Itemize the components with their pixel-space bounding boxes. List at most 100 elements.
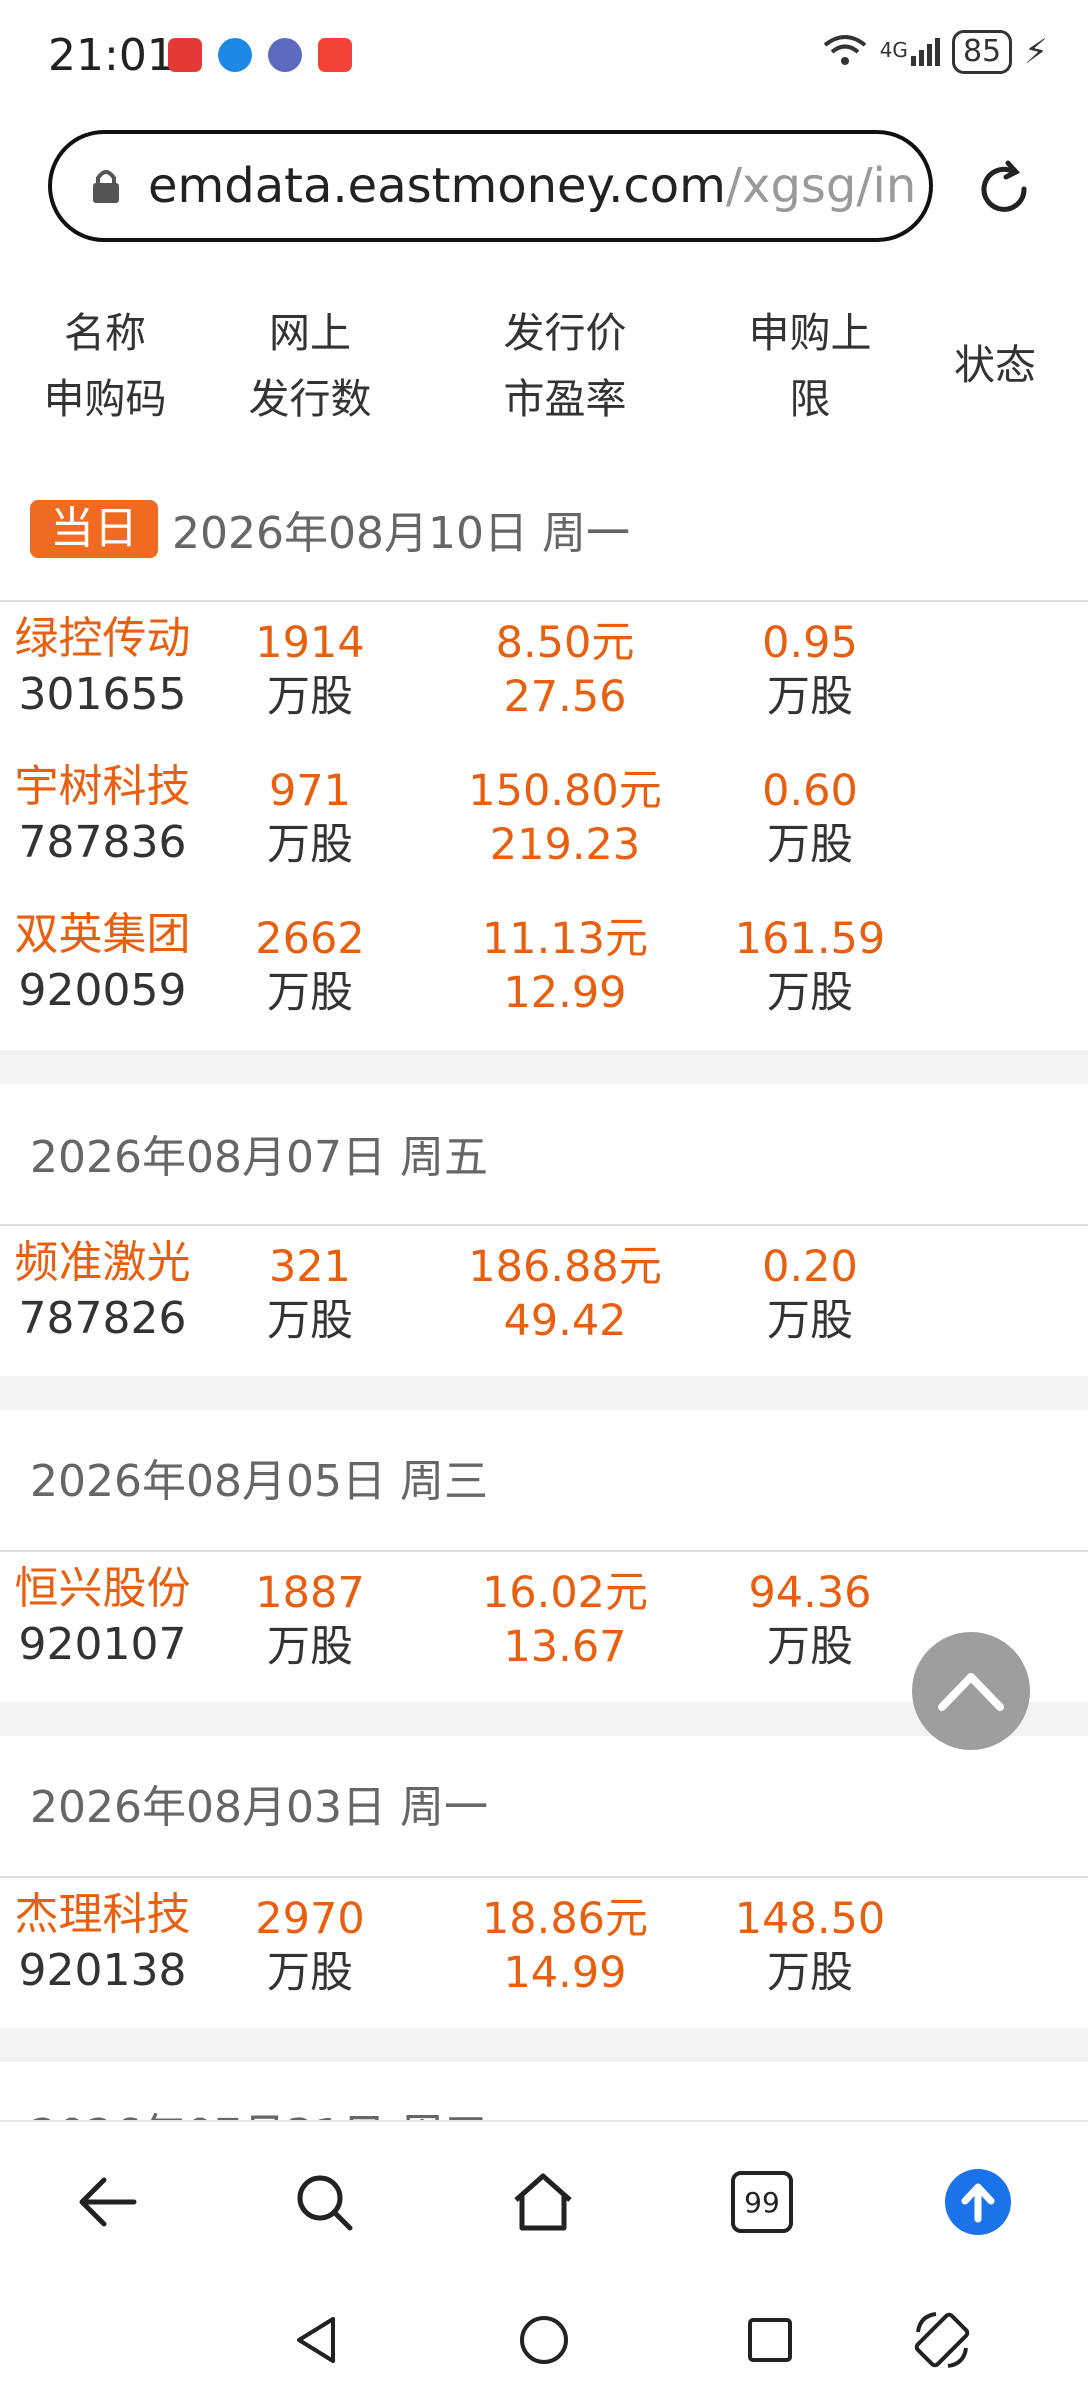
subscription-limit: 94.36 xyxy=(748,1568,872,1618)
column-limit-line1: 申购上 xyxy=(748,309,872,357)
limit-unit: 万股 xyxy=(767,672,853,722)
limit-unit: 万股 xyxy=(767,1622,853,1672)
search-button[interactable] xyxy=(284,2162,364,2242)
chevron-up-icon xyxy=(938,1673,1004,1711)
browser-toolbar: 99 xyxy=(0,2120,1088,2402)
upload-button[interactable] xyxy=(938,2162,1018,2242)
issue-volume: 1887 xyxy=(255,1568,365,1618)
tabs-button[interactable]: 99 xyxy=(722,2162,802,2242)
notification-music-icon xyxy=(268,38,302,72)
wifi-icon xyxy=(822,33,868,71)
date-label: 2026年08月10日 周一 xyxy=(172,508,630,559)
divider xyxy=(0,1224,1088,1226)
issue-volume: 971 xyxy=(268,766,352,816)
pe-ratio: 12.99 xyxy=(503,968,627,1018)
date-header: 2026年08月03日 周一 xyxy=(30,1768,488,1838)
today-badge: 当日 xyxy=(30,500,158,558)
limit-unit: 万股 xyxy=(767,820,853,870)
address-bar[interactable]: emdata.eastmoney.com/xgsg/in xyxy=(48,130,933,242)
issue-unit: 万股 xyxy=(267,1948,353,1998)
issue-volume: 2970 xyxy=(255,1894,365,1944)
back-button[interactable] xyxy=(68,2162,148,2242)
home-icon xyxy=(514,2173,572,2231)
notification-shop-icon xyxy=(318,38,352,72)
system-recents-button[interactable] xyxy=(730,2300,810,2380)
column-price-line1: 发行价 xyxy=(503,309,627,357)
signal-icon: 4G xyxy=(880,38,940,66)
group-separator xyxy=(0,1376,1088,1410)
column-name-line2: 申购码 xyxy=(43,375,167,423)
stock-code: 920059 xyxy=(18,965,187,1016)
column-status: 状态 xyxy=(935,300,1055,430)
limit-unit: 万股 xyxy=(767,968,853,1018)
network-type: 4G xyxy=(879,38,908,62)
url-text: emdata.eastmoney.com/xgsg/in xyxy=(148,158,916,214)
stock-name: 杰理科技 xyxy=(14,1889,191,1940)
stock-code: 787836 xyxy=(18,817,187,868)
date-label: 2026年08月05日 周三 xyxy=(30,1456,488,1507)
column-issue-line2: 发行数 xyxy=(248,375,372,423)
table-row[interactable]: 宇树科技 787836 971 万股 150.80元 219.23 0.60 万… xyxy=(0,760,1088,908)
issue-volume: 2662 xyxy=(255,914,365,964)
column-name-line1: 名称 xyxy=(64,309,146,357)
stock-code: 920107 xyxy=(18,1619,187,1670)
pe-ratio: 219.23 xyxy=(489,820,641,870)
tabs-count: 99 xyxy=(744,2185,780,2219)
issue-unit: 万股 xyxy=(267,968,353,1018)
rotate-button[interactable] xyxy=(902,2300,982,2380)
notification-app-icon xyxy=(168,38,202,72)
column-limit: 申购上 限 xyxy=(720,300,900,430)
reload-button[interactable] xyxy=(970,155,1038,223)
pe-ratio: 27.56 xyxy=(503,672,627,722)
column-issue: 网上 发行数 xyxy=(230,300,390,430)
group-separator xyxy=(0,1050,1088,1084)
table-row[interactable]: 绿控传动 301655 1914 万股 8.50元 27.56 0.95 万股 xyxy=(0,612,1088,760)
rotate-screen-icon xyxy=(914,2312,970,2368)
table-row[interactable]: 杰理科技 920138 2970 万股 18.86元 14.99 148.50 … xyxy=(0,1888,1088,2036)
status-bar: 21:01 4G 85 ⚡ xyxy=(0,0,1088,115)
date-header: 当日 2026年08月10日 周一 xyxy=(30,494,630,564)
date-label: 2026年08月07日 周五 xyxy=(30,1132,488,1183)
date-header: 2026年08月05日 周三 xyxy=(30,1442,488,1512)
subscription-limit: 161.59 xyxy=(734,914,886,964)
table-row[interactable]: 频准激光 787826 321 万股 186.88元 49.42 0.20 万股 xyxy=(0,1236,1088,1384)
subscription-limit: 148.50 xyxy=(734,1894,886,1944)
issue-price: 18.86元 xyxy=(481,1894,649,1944)
lock-icon xyxy=(90,168,122,204)
stock-name: 频准激光 xyxy=(14,1237,191,1288)
tabs-icon: 99 xyxy=(731,2171,793,2233)
issue-price: 8.50元 xyxy=(495,618,635,668)
issue-unit: 万股 xyxy=(267,672,353,722)
stock-name: 恒兴股份 xyxy=(14,1563,191,1614)
square-recents-icon xyxy=(748,2318,792,2362)
date-header: 2026年08月07日 周五 xyxy=(30,1118,488,1188)
column-name: 名称 申购码 xyxy=(20,300,190,430)
column-price: 发行价 市盈率 xyxy=(465,300,665,430)
url-path: /xgsg/in xyxy=(725,158,917,214)
divider xyxy=(0,600,1088,602)
column-price-line2: 市盈率 xyxy=(503,375,627,423)
divider xyxy=(0,1550,1088,1552)
stock-name: 绿控传动 xyxy=(14,613,191,664)
subscription-limit: 0.95 xyxy=(762,618,858,668)
issue-price: 150.80元 xyxy=(468,766,662,816)
system-home-button[interactable] xyxy=(504,2300,584,2380)
notification-browser-icon xyxy=(218,38,252,72)
column-limit-line2: 限 xyxy=(789,375,831,423)
status-time: 21:01 xyxy=(48,30,175,81)
limit-unit: 万股 xyxy=(767,1296,853,1346)
system-back-button[interactable] xyxy=(276,2300,356,2380)
issue-price: 16.02元 xyxy=(481,1568,649,1618)
issue-price: 11.13元 xyxy=(481,914,649,964)
pe-ratio: 49.42 xyxy=(503,1296,627,1346)
issue-price: 186.88元 xyxy=(468,1242,662,1292)
charging-icon: ⚡ xyxy=(1024,32,1048,72)
subscription-limit: 0.20 xyxy=(762,1242,858,1292)
scroll-to-top-button[interactable] xyxy=(912,1632,1030,1750)
home-button[interactable] xyxy=(503,2162,583,2242)
stock-name: 双英集团 xyxy=(14,909,191,960)
table-row[interactable]: 双英集团 920059 2662 万股 11.13元 12.99 161.59 … xyxy=(0,908,1088,1056)
column-status-label: 状态 xyxy=(954,341,1036,389)
group-separator xyxy=(0,2028,1088,2062)
subscription-limit: 0.60 xyxy=(762,766,858,816)
